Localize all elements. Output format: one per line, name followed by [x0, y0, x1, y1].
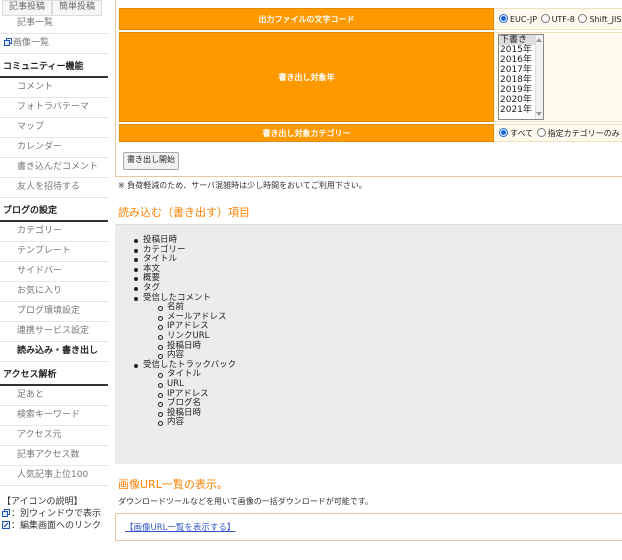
sidebar-item-calendar[interactable]: カレンダー [0, 138, 108, 158]
top-buttons: 記事投稿 簡単投稿 [0, 0, 108, 16]
year-row: 書き出し対象年 下書き 2015年 2016年 2017年 2018年 2019… [119, 32, 622, 122]
sidebar-item-linked-services[interactable]: 連携サービス設定 [0, 322, 108, 342]
access-analysis-section-title: アクセス解析 [0, 365, 108, 386]
show-image-url-list-link[interactable]: 【画像URL一覧を表示する】 [125, 521, 235, 533]
sidebar-item-search-keywords[interactable]: 検索キーワード [0, 406, 108, 426]
new-window-icon [2, 509, 10, 517]
sidebar-item-referrers[interactable]: アクセス元 [0, 426, 108, 446]
sidebar-item-template[interactable]: テンプレート [0, 242, 108, 262]
category-label: 書き出し対象カテゴリー [119, 124, 494, 142]
export-form-panel: 出力ファイルの文字コード EUC-JP UTF-8 Shift_JIS 書き出し… [115, 0, 622, 177]
sidebar-item-photolove-theme[interactable]: フォトラバテーマ [0, 98, 108, 118]
export-items-list: 投稿日時 カテゴリー タイトル 本文 概要 タグ 受信したコメント 名前 メール… [132, 235, 236, 428]
export-items-panel: 投稿日時 カテゴリー タイトル 本文 概要 タグ 受信したコメント 名前 メール… [115, 224, 622, 464]
edit-icon [2, 521, 10, 529]
scroll-up-icon[interactable] [536, 38, 542, 42]
encoding-eucjp-radio[interactable] [499, 14, 508, 23]
legend-title: 【アイコンの説明】 [2, 497, 83, 507]
year-listbox[interactable]: 下書き 2015年 2016年 2017年 2018年 2019年 2020年 … [498, 34, 544, 120]
list-item-comments: 受信したコメント [132, 293, 236, 304]
encoding-utf8-radio[interactable] [540, 14, 550, 23]
encoding-options: EUC-JP UTF-8 Shift_JIS [494, 8, 622, 30]
export-settings-table: 出力ファイルの文字コード EUC-JP UTF-8 Shift_JIS 書き出し… [119, 6, 622, 144]
image-url-section-title: 画像URL一覧の表示。 [118, 478, 228, 491]
sidebar-item-footprints[interactable]: 足あと [0, 386, 108, 406]
server-load-note: ※ 負荷軽減のため、サーバ混雑時は少し時間をおいてご利用下さい。 [118, 181, 367, 190]
sidebar-item-import-export[interactable]: 読み込み・書き出し [0, 342, 108, 362]
access-analysis-list: 足あと 検索キーワード アクセス元 記事アクセス数 人気記事上位100 [0, 386, 108, 486]
category-options: すべて 指定カテゴリーのみ [494, 124, 622, 142]
blog-settings-list: カテゴリー テンプレート サイドバー お気に入り ブログ環境設定 連携サービス設… [0, 222, 108, 362]
legend-new-window: ：別ウィンドウで表示 [2, 508, 108, 520]
encoding-label: 出力ファイルの文字コード [119, 8, 494, 30]
blog-settings-section-title: ブログの設定 [0, 201, 108, 222]
scroll-down-icon[interactable] [536, 112, 542, 116]
quick-post-button[interactable]: 簡単投稿 [52, 0, 103, 16]
sidebar-item-category[interactable]: カテゴリー [0, 222, 108, 242]
category-row: 書き出し対象カテゴリー すべて 指定カテゴリーのみ [119, 124, 622, 142]
sidebar-item-image-list[interactable]: 画像一覧 [0, 34, 108, 54]
items-section-title: 読み込む（書き出す）項目 [118, 206, 250, 219]
community-list: コメント フォトラバテーマ マップ カレンダー 書き込んだコメント 友人を招待す… [0, 78, 108, 198]
sidebar-item-top100[interactable]: 人気記事上位100 [0, 466, 108, 486]
sidebar-item-invite-friend[interactable]: 友人を招待する [0, 178, 108, 198]
community-section-title: コミュニティー機能 [0, 57, 108, 78]
sidebar-item-written-comments[interactable]: 書き込んだコメント [0, 158, 108, 178]
category-specified-radio[interactable] [536, 127, 546, 137]
encoding-sjis-radio[interactable] [578, 14, 588, 23]
image-url-description: ダウンロードツールなどを用いて画像の一括ダウンロードが可能です。 [118, 497, 373, 506]
legend-edit-link: ：編集画面へのリンク [2, 520, 108, 532]
sidebar-item-article-list[interactable]: 記事一覧 [0, 14, 108, 34]
encoding-row: 出力ファイルの文字コード EUC-JP UTF-8 Shift_JIS [119, 8, 622, 30]
start-export-button[interactable]: 書き出し開始 [123, 152, 179, 170]
image-url-link-box: 【画像URL一覧を表示する】 [115, 513, 622, 541]
sidebar-item-comment[interactable]: コメント [0, 78, 108, 98]
sidebar-item-article-access[interactable]: 記事アクセス数 [0, 446, 108, 466]
category-all-radio[interactable] [499, 127, 508, 137]
list-subitem: 内容 [156, 418, 236, 428]
icon-legend: 【アイコンの説明】 ：別ウィンドウで表示 ：編集画面へのリンク [0, 496, 108, 532]
year-listbox-scrollbar[interactable] [535, 35, 543, 119]
sidebar-item-favorites[interactable]: お気に入り [0, 282, 108, 302]
new-window-icon [4, 38, 12, 46]
sidebar-item-blog-env-settings[interactable]: ブログ環境設定 [0, 302, 108, 322]
year-label: 書き出し対象年 [119, 32, 494, 122]
sidebar-item-sidebar[interactable]: サイドバー [0, 262, 108, 282]
sidebar: 記事投稿 簡単投稿 記事一覧 画像一覧 コミュニティー機能 コメント フォトラバ… [0, 0, 108, 560]
year-cell: 下書き 2015年 2016年 2017年 2018年 2019年 2020年 … [494, 32, 622, 122]
sidebar-item-map[interactable]: マップ [0, 118, 108, 138]
